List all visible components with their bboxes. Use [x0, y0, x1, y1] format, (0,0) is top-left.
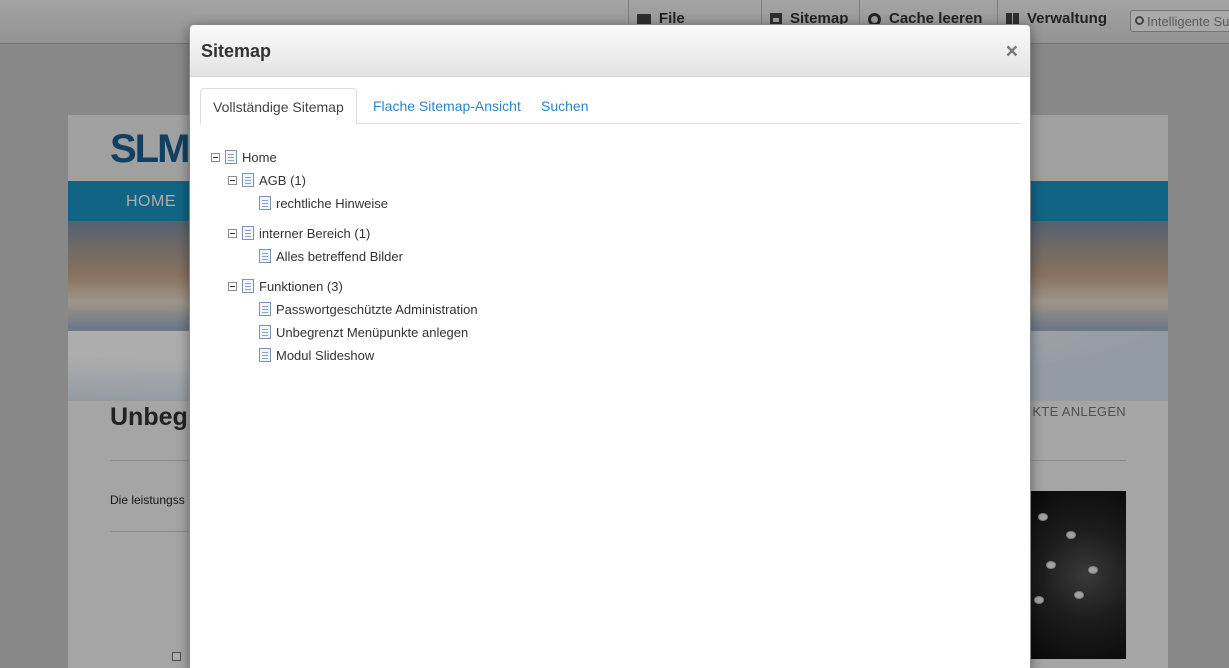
page-icon — [242, 279, 254, 293]
page-icon — [259, 196, 271, 210]
tree-node-agb: AGB (1) — [228, 172, 306, 188]
tree-node-funktionen: Funktionen (3) — [228, 278, 343, 294]
tab-full-sitemap[interactable]: Vollständige Sitemap — [200, 88, 357, 125]
collapse-icon[interactable] — [228, 281, 237, 291]
tree-node-home: Home — [211, 149, 277, 165]
collapse-icon[interactable] — [211, 152, 220, 162]
page-icon — [259, 348, 271, 362]
tree-node-label[interactable]: rechtliche Hinweise — [276, 196, 388, 211]
tree-node-label[interactable]: Alles betreffend Bilder — [276, 249, 403, 264]
tree-node-label[interactable]: Unbegrenzt Menüpunkte anlegen — [276, 325, 468, 340]
tree-node-interner-bereich: interner Bereich (1) — [228, 225, 370, 241]
page-icon — [259, 249, 271, 263]
page-icon — [242, 226, 254, 240]
tab-flat-sitemap[interactable]: Flache Sitemap-Ansicht — [361, 88, 533, 124]
tree-node-label[interactable]: Passwortgeschützte Administration — [276, 302, 478, 317]
page-icon — [225, 150, 237, 164]
tree-node-label[interactable]: AGB (1) — [259, 173, 306, 188]
tree-node-alles-betreffend-bilder: Alles betreffend Bilder — [259, 248, 403, 264]
tab-search[interactable]: Suchen — [529, 88, 600, 124]
tree-node-passwortgeschuetzte-administration: Passwortgeschützte Administration — [259, 301, 478, 317]
sitemap-dialog: Sitemap × Vollständige Sitemap Flache Si… — [189, 24, 1031, 668]
tree-node-label[interactable]: Home — [242, 150, 277, 165]
tree-node-rechtliche-hinweise: rechtliche Hinweise — [259, 195, 388, 211]
collapse-icon[interactable] — [228, 228, 237, 238]
dialog-title: Sitemap — [201, 41, 272, 61]
page-icon — [259, 302, 271, 316]
tree-node-modul-slideshow: Modul Slideshow — [259, 347, 374, 363]
page-icon — [259, 325, 271, 339]
page-icon — [242, 173, 254, 187]
collapse-icon[interactable] — [228, 175, 237, 185]
tab-bar: Vollständige Sitemap Flache Sitemap-Ansi… — [200, 88, 1021, 125]
dialog-header: Sitemap × — [190, 25, 1030, 77]
tree-node-label[interactable]: Funktionen (3) — [259, 279, 343, 294]
tree-node-unbegrenzt-menuepunkte: Unbegrenzt Menüpunkte anlegen — [259, 324, 468, 340]
close-button[interactable]: × — [1006, 41, 1018, 62]
tree-node-label[interactable]: Modul Slideshow — [276, 348, 374, 363]
tree-node-label[interactable]: interner Bereich (1) — [259, 226, 370, 241]
